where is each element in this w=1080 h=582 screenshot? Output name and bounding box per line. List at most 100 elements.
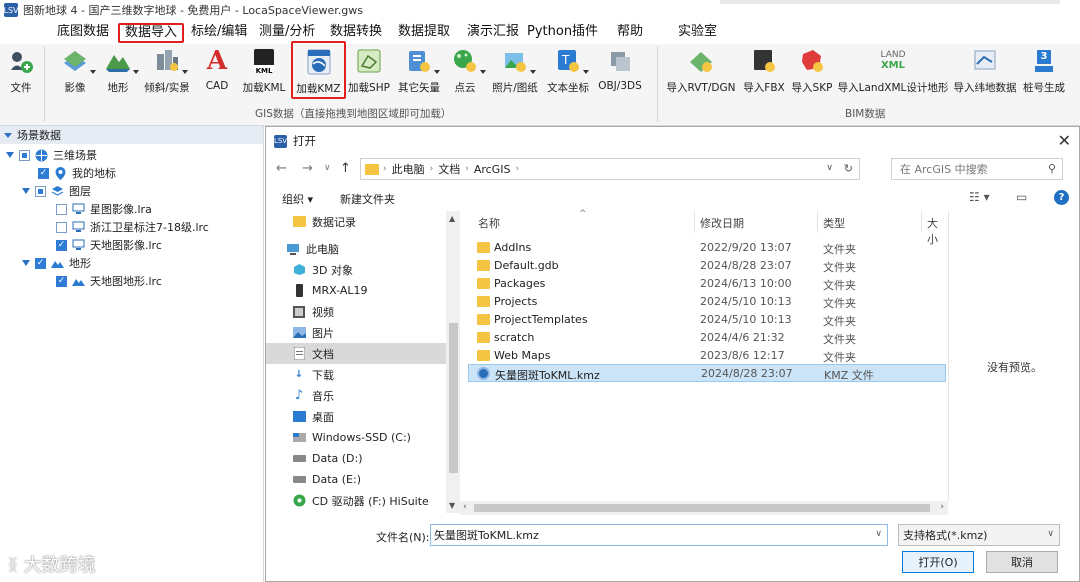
scene-panel-header[interactable]: 场景数据 <box>0 126 263 144</box>
menu-present[interactable]: 演示汇报 <box>462 23 524 43</box>
file-row[interactable]: scratch 2024/4/6 21:32 文件夹 <box>468 329 946 347</box>
nav-item-desktop[interactable]: 桌面 <box>266 406 446 427</box>
tree-node-terrain[interactable]: ✓ 地形 <box>22 254 91 272</box>
expand-icon[interactable] <box>22 188 30 194</box>
import-skp-button[interactable]: 导入SKP <box>790 46 834 98</box>
organize-button[interactable]: 组织 ▾ <box>282 191 313 207</box>
text-coord-button[interactable]: T 文本坐标 <box>545 46 591 98</box>
nav-item-music[interactable]: ♪ 音乐 <box>266 385 446 406</box>
menu-convert[interactable]: 数据转换 <box>325 23 387 43</box>
point-cloud-button[interactable]: 点云 <box>449 46 486 98</box>
tree-node-layer[interactable]: ✓ 天地图地形.lrc <box>56 272 162 290</box>
checkbox[interactable]: ✓ <box>56 239 67 251</box>
file-row[interactable]: AddIns 2022/9/20 13:07 文件夹 <box>468 239 946 257</box>
tree-node-layer[interactable]: 浙江卫星标注7-18级.lrc <box>56 218 209 236</box>
other-vector-button[interactable]: 其它矢量 <box>396 46 442 98</box>
menu-help[interactable]: 帮助 <box>612 23 648 43</box>
menu-python[interactable]: Python插件 <box>522 23 603 43</box>
obj-3ds-button[interactable]: OBJ/3DS <box>596 46 644 98</box>
nav-item-pictures[interactable]: 图片 <box>266 322 446 343</box>
filename-input[interactable]: 矢量图斑ToKML.kmz ∨ <box>430 524 888 546</box>
checkbox[interactable] <box>56 203 67 215</box>
nav-item-phone[interactable]: MRX-AL19 <box>266 280 446 301</box>
nav-item-documents[interactable]: 文档 <box>266 343 446 364</box>
import-weidi-button[interactable]: 导入纬地数据 <box>953 46 1017 98</box>
checkbox[interactable]: ✓ <box>35 257 46 269</box>
open-button[interactable]: 打开(O) <box>902 551 974 573</box>
breadcrumb-arcgis[interactable]: ArcGIS <box>474 163 511 176</box>
view-mode-icon[interactable]: ☷ ▾ <box>969 190 990 204</box>
menu-measure[interactable]: 测量/分析 <box>254 23 320 43</box>
scroll-down-icon[interactable]: ▼ <box>449 501 455 510</box>
horizontal-scrollbar[interactable]: ‹ › <box>460 501 948 515</box>
menu-extract[interactable]: 数据提取 <box>393 23 455 43</box>
tree-node-layer[interactable]: ✓ 天地图影像.lrc <box>56 236 162 254</box>
column-divider[interactable] <box>694 211 695 233</box>
nav-item-drive-c[interactable]: Windows-SSD (C:) <box>266 427 446 448</box>
load-kmz-button[interactable]: 加载KMZ <box>291 41 346 99</box>
file-row[interactable]: ProjectTemplates 2024/5/10 10:13 文件夹 <box>468 311 946 329</box>
history-dropdown-icon[interactable]: ∨ <box>324 163 331 173</box>
load-shp-button[interactable]: 加载SHP <box>347 46 391 98</box>
file-row[interactable]: Packages 2024/6/13 10:00 文件夹 <box>468 275 946 293</box>
checkbox[interactable]: ✓ <box>56 275 67 287</box>
imagery-button[interactable]: 影像 <box>58 46 96 98</box>
expand-icon[interactable] <box>22 260 30 266</box>
file-row[interactable]: Web Maps 2023/8/6 12:17 文件夹 <box>468 347 946 365</box>
import-landxml-button[interactable]: LAND XML 导入LandXML设计地形 <box>838 46 949 98</box>
file-type-select[interactable]: 支持格式(*.kmz) ∨ <box>898 524 1060 546</box>
cancel-button[interactable]: 取消 <box>986 551 1058 573</box>
import-fbx-button[interactable]: 导入FBX <box>742 46 786 98</box>
nav-item-3d-objects[interactable]: 3D 对象 <box>266 259 446 280</box>
stake-gen-button[interactable]: 3 桩号生成 <box>1020 46 1068 98</box>
checkbox[interactable] <box>35 185 46 197</box>
column-type[interactable]: 类型 <box>823 215 845 231</box>
import-rvt-button[interactable]: 导入RVT/DGN <box>667 46 735 98</box>
column-divider[interactable] <box>817 211 818 233</box>
tree-node-placemarks[interactable]: ✓ 我的地标 <box>38 164 116 182</box>
column-name[interactable]: 名称 <box>478 215 500 231</box>
tree-node-layers[interactable]: 图层 <box>22 182 91 200</box>
nav-item-drive-e[interactable]: Data (E:) <box>266 469 446 490</box>
up-icon[interactable]: ↑ <box>340 161 351 176</box>
help-icon[interactable]: ? <box>1054 190 1069 205</box>
photo-drawing-button[interactable]: 照片/图纸 <box>489 46 541 98</box>
expand-icon[interactable] <box>6 152 14 158</box>
scroll-thumb[interactable] <box>474 504 930 512</box>
column-divider[interactable] <box>921 211 922 233</box>
menu-data-import[interactable]: 数据导入 <box>118 23 185 43</box>
breadcrumb-documents[interactable]: 文档 <box>438 161 460 177</box>
close-icon[interactable]: ✕ <box>1058 131 1071 150</box>
file-row-selected[interactable]: 矢量图斑ToKML.kmz 2024/8/28 23:07 KMZ 文件 <box>468 364 946 382</box>
file-row[interactable]: Default.gdb 2024/8/28 23:07 文件夹 <box>468 257 946 275</box>
checkbox[interactable] <box>19 149 30 161</box>
column-date[interactable]: 修改日期 <box>700 215 744 231</box>
menu-plot-edit[interactable]: 标绘/编辑 <box>186 23 252 43</box>
scroll-left-icon[interactable]: ‹ <box>463 502 467 512</box>
load-kml-button[interactable]: KML 加载KML <box>240 46 288 98</box>
checkbox[interactable]: ✓ <box>38 167 49 179</box>
preview-pane-icon[interactable]: ▭ <box>1016 190 1027 204</box>
file-row[interactable]: Projects 2024/5/10 10:13 文件夹 <box>468 293 946 311</box>
chevron-down-icon[interactable]: ∨ <box>826 163 833 173</box>
file-button[interactable]: 文件 <box>6 46 36 98</box>
scroll-up-icon[interactable]: ▲ <box>449 214 455 223</box>
nav-item-videos[interactable]: 视频 <box>266 301 446 322</box>
chevron-down-icon[interactable]: ∨ <box>875 529 882 539</box>
new-folder-button[interactable]: 新建文件夹 <box>340 191 395 207</box>
search-input[interactable]: 在 ArcGIS 中搜索 ⚲ <box>891 158 1063 180</box>
refresh-icon[interactable]: ↻ <box>844 162 853 175</box>
nav-item-downloads[interactable]: ↓ 下载 <box>266 364 446 385</box>
back-icon[interactable]: ← <box>276 161 287 176</box>
menu-basemap[interactable]: 底图数据 <box>52 23 114 43</box>
cad-button[interactable]: A CAD <box>201 46 233 98</box>
menu-lab[interactable]: 实验室 <box>673 23 722 43</box>
address-bar[interactable]: › 此电脑 › 文档 › ArcGIS › ∨ ↻ <box>360 158 860 180</box>
nav-item-this-pc[interactable]: 此电脑 <box>266 238 446 259</box>
nav-scrollbar[interactable]: ▲ ▼ <box>446 211 460 513</box>
forward-icon[interactable]: → <box>302 161 313 176</box>
checkbox[interactable] <box>56 221 67 233</box>
terrain-button[interactable]: 地形 <box>101 46 139 98</box>
oblique-button[interactable]: 倾斜/实景 <box>142 46 192 98</box>
breadcrumb-this-pc[interactable]: 此电脑 <box>392 161 425 177</box>
